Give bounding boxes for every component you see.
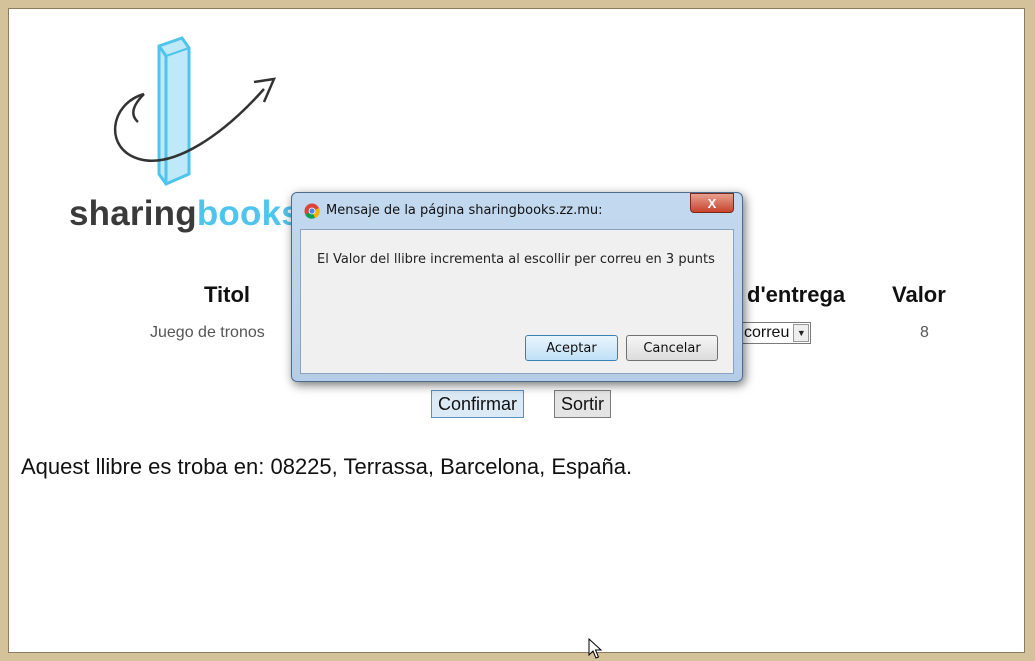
header-delivery: d'entrega — [747, 282, 846, 307]
book-value-cell: 8 — [920, 324, 929, 341]
delivery-select[interactable]: correu ▼ — [739, 322, 812, 344]
alert-dialog: Mensaje de la página sharingbooks.zz.mu:… — [291, 192, 743, 382]
confirm-button[interactable]: Confirmar — [431, 390, 525, 418]
sharingbooks-logo: sharingbooks — [64, 34, 304, 249]
header-title: Titol — [204, 282, 251, 307]
chrome-icon — [304, 203, 320, 219]
cancel-button[interactable]: Cancelar — [626, 335, 718, 361]
book-title-cell: Juego de tronos — [150, 324, 265, 341]
logo-text-books: books — [196, 194, 301, 233]
delivery-select-value: correu — [744, 324, 790, 341]
mouse-cursor-icon — [588, 638, 603, 659]
logo-text: sharingbooks — [69, 194, 301, 234]
dialog-message: El Valor del llibre incrementa al escoll… — [317, 252, 715, 267]
book-logo-icon — [113, 36, 277, 186]
close-button[interactable]: X — [690, 193, 734, 213]
header-value: Valor — [892, 282, 946, 307]
book-location-text: Aquest llibre es troba en: 08225, Terras… — [21, 454, 633, 479]
accept-button[interactable]: Aceptar — [525, 335, 618, 361]
dialog-body: El Valor del llibre incrementa al escoll… — [300, 229, 734, 374]
dialog-title: Mensaje de la página sharingbooks.zz.mu: — [326, 203, 603, 218]
logo-text-sharing: sharing — [69, 194, 197, 233]
exit-button[interactable]: Sortir — [554, 390, 612, 418]
dropdown-arrow-icon[interactable]: ▼ — [793, 324, 810, 342]
